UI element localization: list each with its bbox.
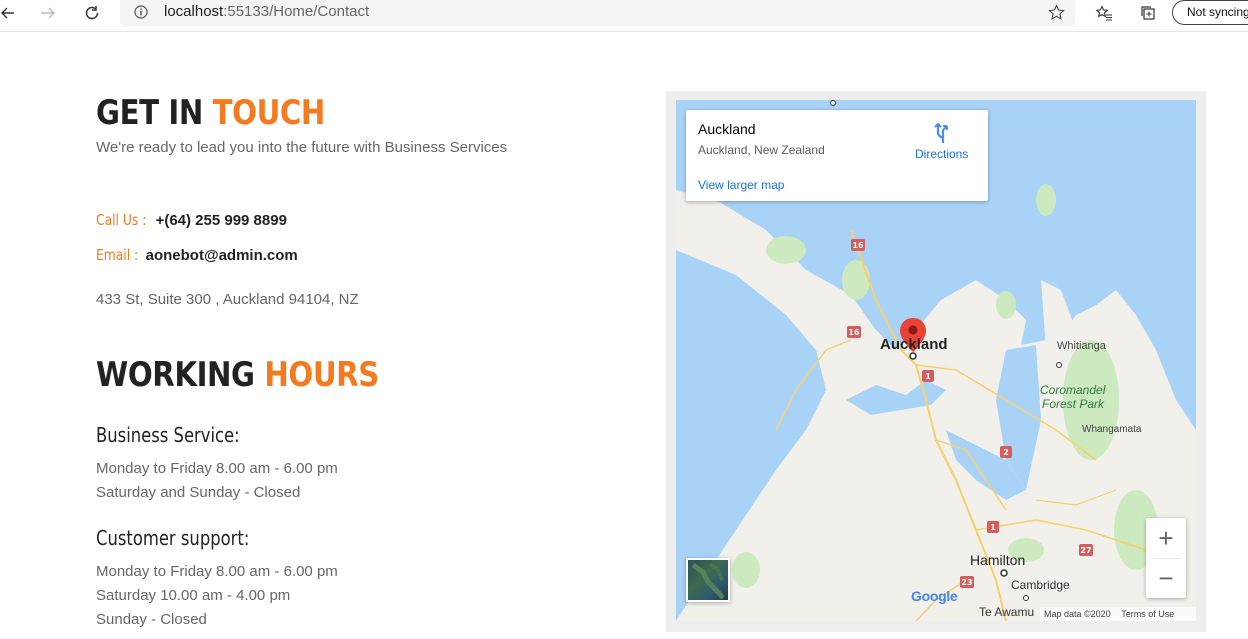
contact-heading-accent: TOUCH <box>212 93 326 133</box>
favorites-list-icon[interactable] <box>1094 0 1114 26</box>
address-bar[interactable]: localhost:55133/Home/Contact <box>120 0 1075 26</box>
hours-heading-main: WORKING <box>96 355 255 395</box>
email-label: Email : <box>96 246 139 264</box>
map-info-card: Auckland Auckland, New Zealand View larg… <box>686 110 988 201</box>
email-value[interactable]: aonebot@admin.com <box>146 247 298 264</box>
refresh-icon[interactable] <box>82 0 102 26</box>
email-line: Email : aonebot@admin.com <box>96 246 298 264</box>
road-shield: 27 <box>1080 546 1091 555</box>
satellite-toggle[interactable] <box>686 558 730 602</box>
contact-heading-main: GET IN <box>96 93 203 133</box>
zoom-controls: + − <box>1146 518 1186 598</box>
call-line: Call Us : +(64) 255 999 8899 <box>96 211 287 229</box>
road-shield: 2 <box>1003 448 1009 457</box>
map-place-label: Hamilton <box>970 552 1026 568</box>
contact-heading: GET IN TOUCH <box>96 93 325 133</box>
support-hours-line: Saturday 10.00 am - 4.00 pm <box>96 587 291 604</box>
browser-toolbar: localhost:55133/Home/Contact Not syncing <box>0 0 1248 32</box>
zoom-in-button[interactable]: + <box>1146 518 1186 558</box>
google-logo: Google <box>911 588 958 604</box>
business-service-title: Business Service: <box>96 423 240 447</box>
customer-support-title: Customer support: <box>96 526 250 550</box>
url-text[interactable]: localhost:55133/Home/Contact <box>164 3 369 20</box>
road-shield: 1 <box>990 523 996 532</box>
satellite-thumbnail-icon <box>691 562 725 600</box>
road-shield: 1 <box>925 372 931 381</box>
map-attribution: Map data ©2020 Terms of Use <box>1040 607 1196 621</box>
back-icon[interactable] <box>0 0 16 26</box>
road-shield: 23 <box>961 578 972 587</box>
favorite-star-icon[interactable] <box>1048 4 1065 26</box>
map-place-label: Whitianga <box>1057 340 1106 352</box>
directions-link[interactable]: Directions <box>915 147 968 161</box>
info-icon[interactable] <box>134 5 148 19</box>
support-hours-line: Monday to Friday 8.00 am - 6.00 pm <box>96 563 338 580</box>
map-park-label: Coromandel <box>1040 383 1106 397</box>
map-place-label: Cambridge <box>1011 578 1070 592</box>
call-label: Call Us : <box>96 211 147 229</box>
hours-heading-accent: HOURS <box>264 355 379 395</box>
collections-icon[interactable] <box>1138 0 1158 26</box>
contact-subtitle: We're ready to lead you into the future … <box>96 139 508 156</box>
map-park-label: Forest Park <box>1042 397 1105 411</box>
url-host: localhost <box>164 3 224 20</box>
map-place-label: Te Awamu <box>979 605 1035 619</box>
road-shield: 16 <box>848 328 860 337</box>
business-hours-line: Monday to Friday 8.00 am - 6.00 pm <box>96 460 338 477</box>
place-title: Auckland <box>698 121 756 137</box>
support-hours-line: Sunday - Closed <box>96 611 207 628</box>
sync-status-button[interactable]: Not syncing <box>1172 0 1248 25</box>
forward-icon[interactable] <box>38 0 58 26</box>
road-shield: 16 <box>852 241 864 250</box>
url-path: :55133/Home/Contact <box>223 3 370 20</box>
directions-icon[interactable] <box>931 122 953 149</box>
google-logo-text: Google <box>911 588 958 604</box>
terms-of-use-link[interactable]: Terms of Use <box>1121 609 1174 619</box>
hours-heading: WORKING HOURS <box>96 355 379 395</box>
map-data-text: Map data ©2020 <box>1044 609 1111 619</box>
business-hours-line: Saturday and Sunday - Closed <box>96 484 301 501</box>
map-place-label: Whangamata <box>1082 424 1142 435</box>
map-city-label: Auckland <box>880 336 948 353</box>
view-larger-map-link[interactable]: View larger map <box>698 178 784 192</box>
office-address: 433 St, Suite 300 , Auckland 94104, NZ <box>96 291 359 308</box>
place-subtitle: Auckland, New Zealand <box>698 143 825 157</box>
call-value[interactable]: +(64) 255 999 8899 <box>156 212 287 229</box>
zoom-out-button[interactable]: − <box>1146 558 1186 598</box>
